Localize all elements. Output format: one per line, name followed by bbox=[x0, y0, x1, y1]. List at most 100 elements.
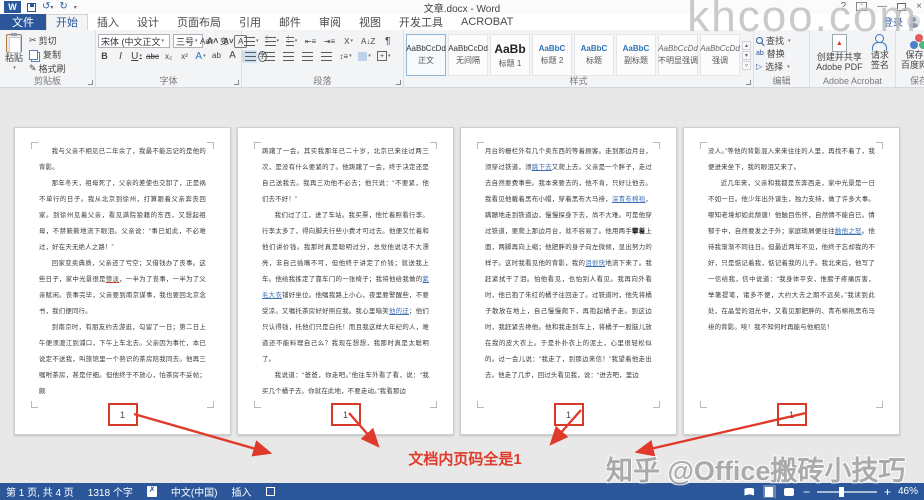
insert-mode-indicator[interactable]: 插入 bbox=[232, 484, 252, 499]
zoom-slider[interactable] bbox=[816, 486, 877, 497]
macro-record-icon[interactable] bbox=[265, 487, 275, 496]
zoom-level[interactable]: 46% bbox=[898, 486, 918, 497]
tab-审阅[interactable]: 审阅 bbox=[310, 14, 350, 30]
font-size-combo[interactable]: 三号 ▾ bbox=[173, 34, 203, 48]
paste-dropdown-icon[interactable]: ▾ bbox=[13, 63, 16, 73]
phonetic-guide-icon[interactable]: 变 bbox=[217, 35, 230, 48]
change-case-icon[interactable]: Aa ▾ bbox=[200, 35, 213, 48]
language-indicator[interactable]: 中文(中国) bbox=[171, 484, 218, 499]
tab-视图[interactable]: 视图 bbox=[350, 14, 390, 30]
document-page-3[interactable]: 月台的栅栏外有几个卖东西的等着顾客。走到那边月台，须穿过铁道，须跳下去又爬上去。… bbox=[460, 127, 677, 435]
paste-button[interactable]: 粘贴 ▾ bbox=[2, 32, 26, 75]
tab-引用[interactable]: 引用 bbox=[230, 14, 270, 30]
tab-ACROBAT[interactable]: ACROBAT bbox=[452, 14, 522, 30]
text-effects-icon[interactable]: A ▾ bbox=[194, 50, 207, 63]
tab-设计[interactable]: 设计 bbox=[128, 14, 168, 30]
close-icon[interactable]: × bbox=[916, 1, 922, 12]
zoom-slider-thumb[interactable] bbox=[838, 486, 844, 497]
tab-邮件[interactable]: 邮件 bbox=[270, 14, 310, 30]
align-right-icon[interactable] bbox=[282, 50, 295, 63]
line-spacing-icon[interactable]: ↕≡ ▾ bbox=[339, 50, 352, 63]
word-count[interactable]: 1318 个字 bbox=[88, 484, 133, 499]
tab-页面布局[interactable]: 页面布局 bbox=[168, 14, 230, 30]
sort-icon[interactable]: A↓Z bbox=[361, 35, 375, 48]
tab-开发工具[interactable]: 开发工具 bbox=[390, 14, 452, 30]
font-dialog-launcher[interactable] bbox=[234, 80, 239, 85]
adobe-pdf-icon bbox=[831, 34, 847, 52]
page-indicator[interactable]: 第 1 页, 共 4 页 bbox=[6, 484, 74, 499]
document-area[interactable]: 我与父亲不相见已二年余了，我最不能忘记的是他的背影。 那年冬天，祖母死了，父亲的差… bbox=[0, 89, 924, 483]
increase-indent-icon[interactable]: ⇥≡ bbox=[323, 35, 336, 48]
styles-scroll[interactable]: ▴ ▾ ▿ bbox=[742, 34, 751, 76]
proofing-icon[interactable] bbox=[146, 485, 157, 497]
format-painter-icon: ✎ bbox=[29, 62, 37, 73]
styles-more-icon[interactable]: ▿ bbox=[742, 60, 751, 70]
document-page-4[interactable]: 没人。”等他的背影混入来来往往的人里，再找不着了，我便进来坐下，我的眼泪又来了。… bbox=[683, 127, 900, 435]
paragraph-dialog-launcher[interactable] bbox=[396, 80, 401, 85]
style-preview: AaBbCcDd bbox=[448, 44, 488, 53]
style-副标题[interactable]: AaBbC 副标题 bbox=[616, 34, 656, 76]
annotation-caption: 文档内页码全是1 bbox=[408, 451, 522, 468]
document-page-1[interactable]: 我与父亲不相见已二年余了，我最不能忘记的是他的背影。 那年冬天，祖母死了，父亲的差… bbox=[14, 127, 231, 435]
help-icon[interactable]: ? bbox=[841, 1, 847, 12]
style-标题 2[interactable]: AaBbC 标题 2 bbox=[532, 34, 572, 76]
align-left-icon[interactable] bbox=[244, 49, 257, 63]
ribbon-options-icon[interactable]: ⌃ bbox=[856, 2, 868, 11]
style-强调[interactable]: AaBbCcDd 强调 bbox=[700, 34, 740, 76]
restore-icon[interactable] bbox=[897, 2, 907, 11]
web-layout-icon[interactable] bbox=[783, 485, 796, 498]
customize-qat-icon[interactable]: ▾ bbox=[74, 4, 77, 11]
tab-开始[interactable]: 开始 bbox=[46, 14, 88, 30]
font-family-combo[interactable]: 宋体 (中文正文 ▾ bbox=[98, 34, 170, 48]
read-mode-icon[interactable] bbox=[743, 485, 756, 498]
borders-icon[interactable]: + ▾ bbox=[377, 50, 391, 63]
highlight-color-icon[interactable]: ab bbox=[210, 50, 223, 63]
zoom-in-icon[interactable]: + bbox=[884, 486, 891, 498]
styles-scroll-up-icon[interactable]: ▴ bbox=[742, 40, 751, 50]
print-layout-icon[interactable] bbox=[762, 485, 776, 498]
replace-button[interactable]: ab 替换 bbox=[756, 47, 807, 60]
styles-scroll-down-icon[interactable]: ▾ bbox=[742, 50, 751, 60]
justify-icon[interactable] bbox=[301, 50, 314, 63]
create-share-pdf-button[interactable]: 创建并共享 Adobe PDF bbox=[813, 32, 866, 75]
align-center-icon[interactable] bbox=[263, 50, 276, 63]
decrease-indent-icon[interactable]: ⇤≡ bbox=[304, 35, 317, 48]
style-正文[interactable]: AaBbCcDd 正文 bbox=[406, 34, 446, 76]
italic-button[interactable]: I bbox=[114, 50, 127, 63]
shading-icon[interactable]: ▾ bbox=[358, 50, 371, 63]
style-标题[interactable]: AaBbC 标题 bbox=[574, 34, 614, 76]
select-button[interactable]: ▷ 选择 ▾ bbox=[756, 60, 807, 73]
strikethrough-button[interactable]: abc bbox=[146, 50, 159, 63]
style-标题 1[interactable]: AaBb 标题 1 bbox=[490, 34, 530, 76]
style-不明显强调[interactable]: AaBbCcDd 不明显强调 bbox=[658, 34, 698, 76]
styles-dialog-launcher[interactable] bbox=[746, 80, 751, 85]
document-page-2[interactable]: 踌躇了一会。其实我那年已二十岁，北京已来往过两三次，是没有什么要紧的了。他踌躇了… bbox=[237, 127, 454, 435]
bold-button[interactable]: B bbox=[98, 50, 111, 63]
style-无间隔[interactable]: AaBbCcDd 无间隔 bbox=[448, 34, 488, 76]
save-icon[interactable] bbox=[27, 2, 36, 12]
format-painter-button[interactable]: ✎ 格式刷 bbox=[29, 61, 66, 75]
tab-插入[interactable]: 插入 bbox=[88, 14, 128, 30]
save-to-baidu-button[interactable]: 保存到 百度网盘 bbox=[898, 32, 924, 72]
multilevel-list-icon[interactable]: ▾ bbox=[284, 34, 298, 48]
zoom-out-icon[interactable]: − bbox=[803, 486, 810, 498]
undo-icon[interactable]: ↺▾ bbox=[42, 1, 53, 13]
redo-icon[interactable]: ↻ bbox=[59, 2, 67, 12]
show-hide-marks-icon[interactable]: ¶ bbox=[381, 35, 394, 48]
bullets-icon[interactable]: ▾ bbox=[242, 34, 259, 48]
cut-button[interactable]: ✂ 剪切 bbox=[29, 34, 66, 48]
sign-in[interactable]: 登录 bbox=[883, 14, 920, 29]
request-signatures-button[interactable]: 请求 签名 bbox=[868, 32, 892, 75]
underline-button[interactable]: U ▾ bbox=[130, 50, 143, 63]
asian-layout-icon[interactable]: X ▾ bbox=[342, 35, 355, 48]
superscript-button[interactable]: x² bbox=[178, 50, 191, 63]
font-color-icon[interactable]: A bbox=[226, 50, 239, 63]
clipboard-dialog-launcher[interactable] bbox=[88, 80, 93, 85]
minimize-icon[interactable]: — bbox=[877, 1, 887, 12]
numbering-icon[interactable]: ▾ bbox=[263, 34, 279, 48]
distribute-icon[interactable] bbox=[320, 50, 333, 63]
copy-button[interactable]: 复制 bbox=[29, 48, 66, 62]
find-button[interactable]: 查找 ▾ bbox=[756, 34, 807, 47]
tab-文件[interactable]: 文件 bbox=[0, 14, 46, 30]
subscript-button[interactable]: x₂ bbox=[162, 50, 175, 63]
